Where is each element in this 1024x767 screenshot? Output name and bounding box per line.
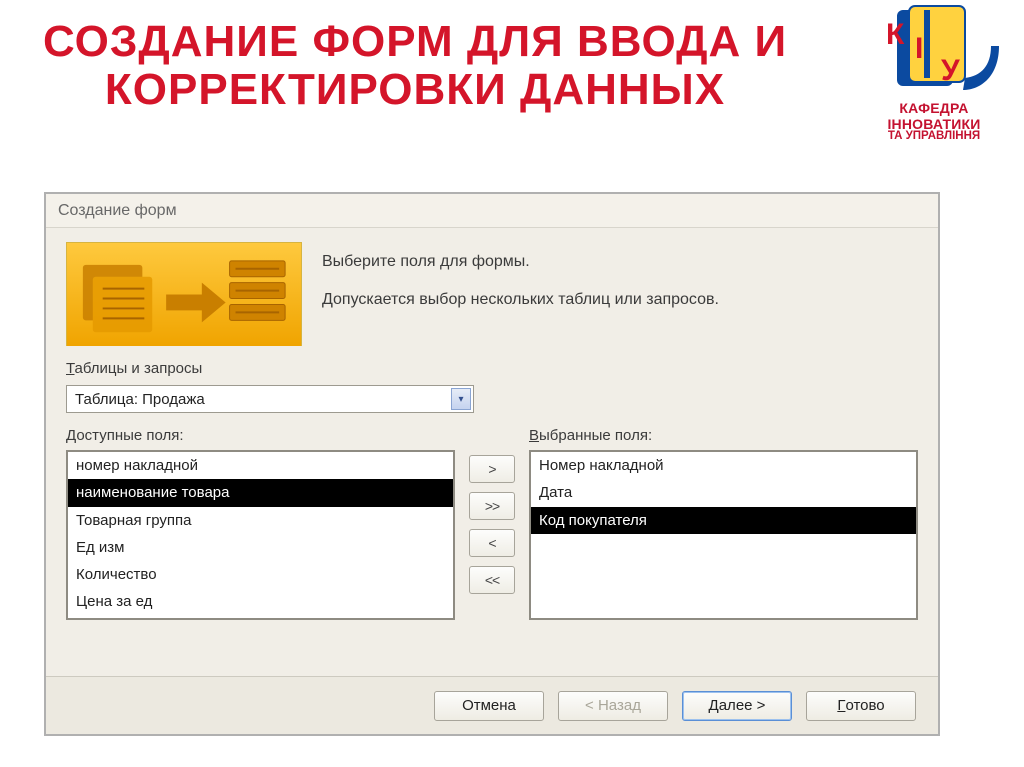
list-item[interactable]: Ед изм: [68, 534, 453, 561]
tables-queries-label: Таблицы и запросы: [66, 360, 918, 377]
remove-all-fields-button[interactable]: <<: [469, 566, 515, 594]
list-item[interactable]: Код покупателя: [531, 507, 916, 534]
chevron-down-icon: ▾: [458, 394, 463, 405]
dialog-body: Выберите поля для формы. Допускается выб…: [46, 228, 938, 620]
list-item[interactable]: Номер накладной: [531, 452, 916, 479]
svg-text:К: К: [886, 18, 905, 51]
svg-text:У: У: [941, 54, 960, 87]
field-move-buttons: > >> < <<: [469, 455, 515, 594]
add-field-button[interactable]: >: [469, 455, 515, 483]
add-all-fields-button[interactable]: >>: [469, 492, 515, 520]
available-fields-label: Доступные поля:: [66, 427, 455, 444]
list-item[interactable]: номер накладной: [68, 452, 453, 479]
instruction-line-2: Допускается выбор нескольких таблиц или …: [322, 286, 719, 314]
slide-title: СОЗДАНИЕ ФОРМ ДЛЯ ВВОДА И КОРРЕКТИРОВКИ …: [0, 18, 830, 115]
svg-text:І: І: [915, 32, 923, 65]
form-wizard-dialog: Создание форм: [44, 192, 940, 736]
list-item[interactable]: Товарная группа: [68, 507, 453, 534]
list-item[interactable]: Цена за ед: [68, 588, 453, 615]
list-item[interactable]: Дата: [531, 479, 916, 506]
list-item[interactable]: наименование товара: [68, 479, 453, 506]
wizard-hero-image: [66, 242, 302, 346]
available-fields-listbox[interactable]: номер накладнойнаименование товараТоварн…: [66, 450, 455, 620]
dialog-button-bar: Отмена < Назад Далее > Готово: [46, 676, 938, 734]
logo-graphic: К І У: [869, 4, 999, 100]
logo-caption-1: КАФЕДРА ІННОВАТИКИ: [854, 100, 1014, 132]
cancel-button[interactable]: Отмена: [434, 691, 544, 721]
selected-fields-label: Выбранные поля:: [529, 427, 918, 444]
dialog-title: Создание форм: [46, 194, 938, 228]
finish-button[interactable]: Готово: [806, 691, 916, 721]
next-button[interactable]: Далее >: [682, 691, 792, 721]
tables-queries-combo[interactable]: Таблица: Продажа ▾: [66, 385, 474, 413]
wizard-instructions: Выберите поля для формы. Допускается выб…: [322, 242, 719, 324]
instruction-line-1: Выберите поля для формы.: [322, 248, 719, 276]
remove-field-button[interactable]: <: [469, 529, 515, 557]
institution-logo: К І У КАФЕДРА ІННОВАТИКИ ТА УПРАВЛІННЯ: [854, 4, 1014, 142]
logo-caption-2: ТА УПРАВЛІННЯ: [854, 130, 1014, 142]
back-button[interactable]: < Назад: [558, 691, 668, 721]
combo-dropdown-button[interactable]: ▾: [451, 388, 471, 410]
selected-fields-listbox[interactable]: Номер накладнойДатаКод покупателя: [529, 450, 918, 620]
list-item[interactable]: Количество: [68, 561, 453, 588]
combo-value: Таблица: Продажа: [75, 391, 205, 408]
